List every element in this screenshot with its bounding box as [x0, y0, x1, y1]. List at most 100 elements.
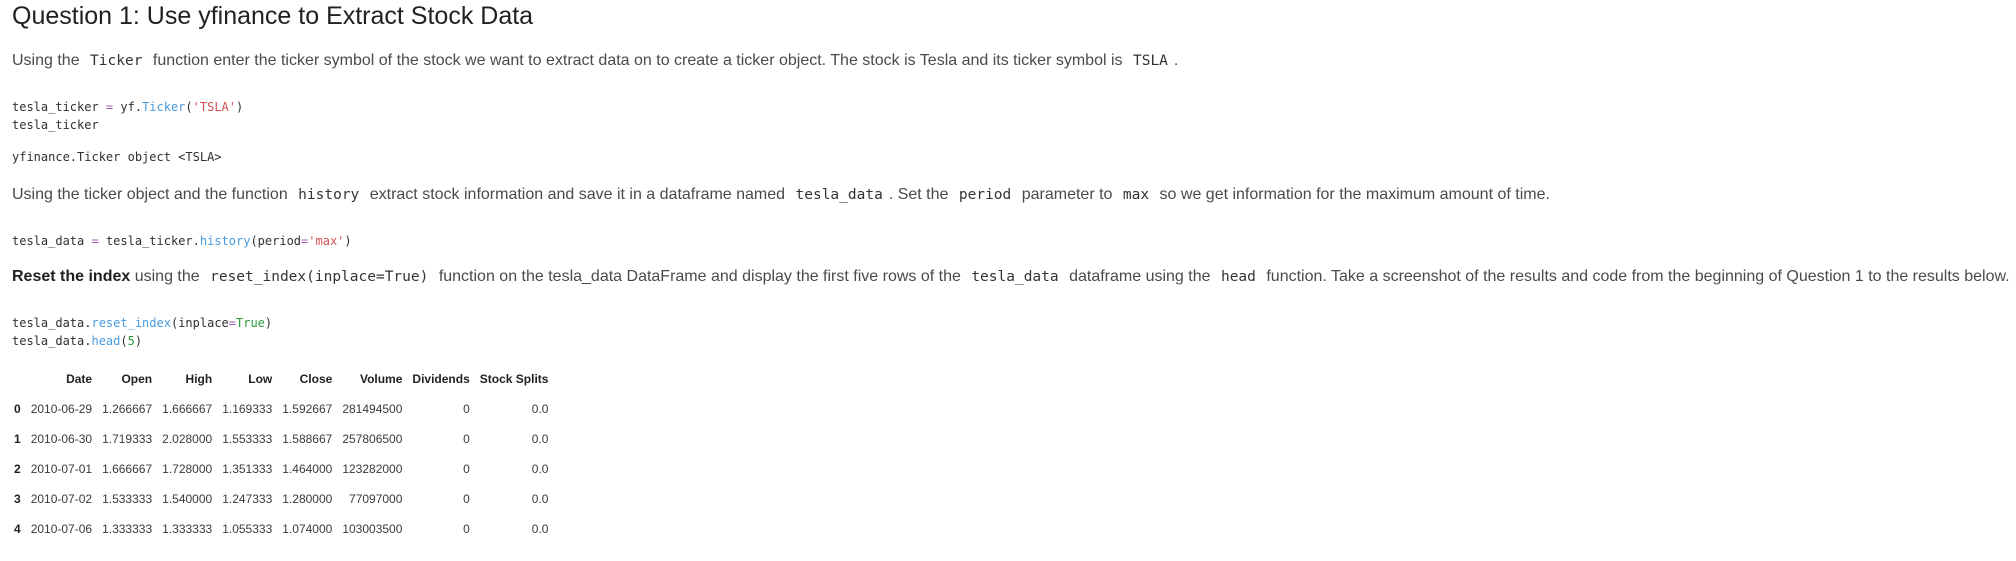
table-row: 2 2010-07-01 1.666667 1.728000 1.351333 … [10, 454, 553, 484]
code-token: = [91, 234, 99, 248]
code-token: history [199, 234, 251, 248]
row-index: 0 [14, 402, 21, 416]
table-cell: 0 [463, 402, 470, 416]
instruction-ticker: Using the Ticker function enter the tick… [12, 52, 1178, 70]
code-token: ( [120, 334, 128, 348]
table-cell: 0 [463, 492, 470, 506]
table-cell: 1.074000 [282, 522, 333, 536]
code-token: reset_index [91, 316, 171, 330]
code-token: (inplace [170, 316, 229, 330]
column-header: Low [248, 372, 273, 386]
code-token: tesla_ticker [12, 118, 99, 132]
inline-code: history [298, 187, 360, 203]
code-cell-ticker[interactable]: tesla_ticker = yf.Ticker('TSLA') tesla_t… [12, 98, 243, 134]
question-title: Question 1: Use yfinance to Extract Stoc… [12, 2, 534, 30]
text: function on the tesla_data DataFrame and… [438, 268, 961, 285]
table-cell: 1.351333 [222, 462, 273, 476]
inline-code: max [1122, 187, 1150, 203]
inline-code: period [958, 187, 1012, 203]
code-token: tesla_data. [12, 316, 92, 330]
table-row: 0 2010-06-29 1.266667 1.666667 1.169333 … [10, 394, 553, 424]
column-header: Close [299, 372, 333, 386]
table-cell: 0.0 [531, 402, 549, 416]
row-index: 3 [14, 492, 21, 506]
inline-code: tesla_data [971, 269, 1059, 285]
table-cell: 77097000 [349, 492, 403, 506]
table-cell: 1.333333 [102, 522, 153, 536]
table-cell: 2.028000 [162, 432, 213, 446]
code-token: True [236, 316, 265, 330]
text: dataframe using the [1069, 268, 1211, 285]
table-cell: 281494500 [342, 402, 403, 416]
table-cell: 1.553333 [222, 432, 273, 446]
dataframe-output: Date Open High Low Close Volume Dividend… [10, 364, 553, 544]
code-token: ( [185, 100, 193, 114]
code-cell-head[interactable]: tesla_data.reset_index(inplace=True) tes… [12, 314, 272, 350]
table-cell: 103003500 [342, 522, 403, 536]
table-cell: 0 [463, 462, 470, 476]
table-cell: 0.0 [531, 432, 549, 446]
table-cell: 1.247333 [222, 492, 273, 506]
inline-code: head [1220, 269, 1256, 285]
column-header: Dividends [412, 372, 470, 386]
table-cell: 123282000 [342, 462, 403, 476]
table-cell: 1.333333 [162, 522, 213, 536]
table-row: 3 2010-07-02 1.533333 1.540000 1.247333 … [10, 484, 553, 514]
column-header: Date [66, 372, 93, 386]
table-row: 1 2010-06-30 1.719333 2.028000 1.553333 … [10, 424, 553, 454]
table-row: 4 2010-07-06 1.333333 1.333333 1.055333 … [10, 514, 553, 544]
bold-text: Reset the index [12, 268, 131, 285]
inline-code: TSLA [1132, 53, 1168, 69]
code-token: 5 [127, 334, 135, 348]
code-cell-history[interactable]: tesla_data = tesla_ticker.history(period… [12, 232, 352, 250]
code-token: ) [134, 334, 143, 348]
table-cell: 2010-06-29 [30, 402, 93, 416]
table-cell: 2010-07-01 [30, 462, 93, 476]
instruction-history: Using the ticker object and the function… [12, 186, 1550, 204]
text: Using the [12, 52, 80, 69]
text: . [1173, 52, 1179, 69]
code-token: ) [236, 100, 244, 114]
inline-code: tesla_data [795, 187, 883, 203]
text: function enter the ticker symbol of the … [152, 52, 1123, 69]
column-header: High [185, 372, 213, 386]
table-cell: 1.588667 [282, 432, 333, 446]
code-token: ) [344, 234, 352, 248]
code-token: 'max' [308, 234, 345, 248]
code-token: tesla_data. [12, 334, 92, 348]
table-cell: 1.280000 [282, 492, 333, 506]
text: Using the ticker object and the function [12, 186, 288, 203]
table-cell: 1.055333 [222, 522, 273, 536]
text: so we get information for the maximum am… [1159, 186, 1550, 203]
table-cell: 2010-07-02 [30, 492, 93, 506]
code-token: ) [264, 316, 273, 330]
instruction-reset-index: Reset the index using the reset_index(in… [12, 268, 2010, 286]
table-cell: 1.533333 [102, 492, 153, 506]
inline-code: reset_index(inplace=True) [210, 269, 429, 285]
column-header [10, 364, 26, 394]
table-cell: 1.728000 [162, 462, 213, 476]
table-cell: 1.169333 [222, 402, 273, 416]
table-header-row: Date Open High Low Close Volume Dividend… [10, 364, 553, 394]
table-cell: 0.0 [531, 462, 549, 476]
text: extract stock information and save it in… [369, 186, 786, 203]
table-cell: 1.719333 [102, 432, 153, 446]
column-header: Volume [359, 372, 403, 386]
table-cell: 0 [463, 522, 470, 536]
notebook: Question 1: Use yfinance to Extract Stoc… [0, 0, 2016, 561]
code-token: tesla_ticker [12, 100, 106, 114]
text: parameter to [1021, 186, 1113, 203]
code-token: 'TSLA' [192, 100, 237, 114]
output-ticker: yfinance.Ticker object <TSLA> [12, 150, 222, 164]
table-cell: 1.666667 [102, 462, 153, 476]
table-cell: 0.0 [531, 522, 549, 536]
code-token: head [91, 334, 121, 348]
table-cell: 1.540000 [162, 492, 213, 506]
table-cell: 1.464000 [282, 462, 333, 476]
text: . Set the [888, 186, 949, 203]
code-token: (period [250, 234, 302, 248]
table-cell: 0 [463, 432, 470, 446]
code-token: yf. [113, 100, 143, 114]
column-header: Stock Splits [479, 372, 549, 386]
table-cell: 1.592667 [282, 402, 333, 416]
